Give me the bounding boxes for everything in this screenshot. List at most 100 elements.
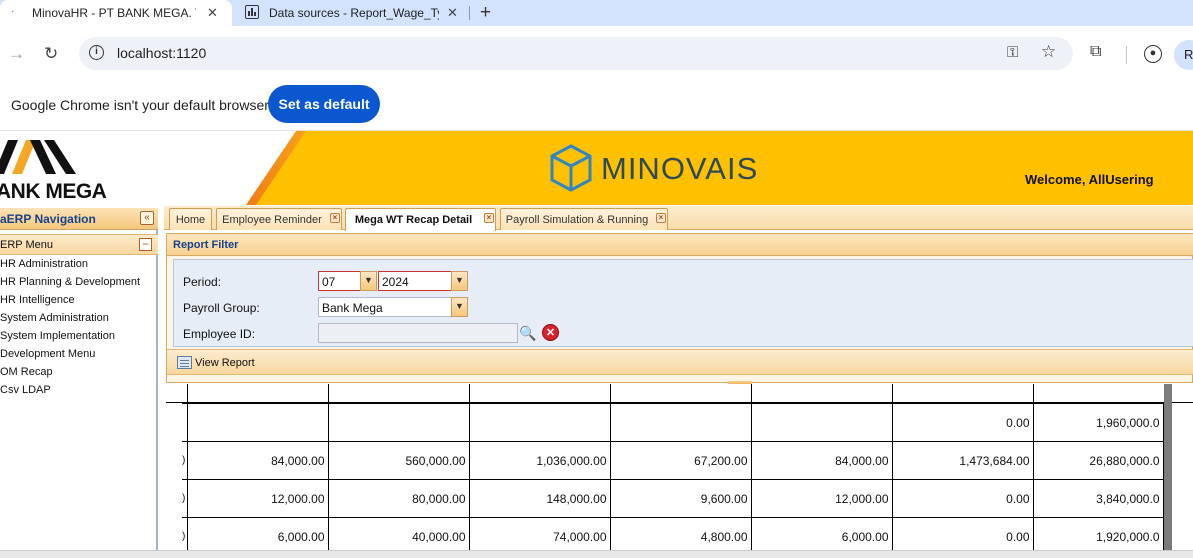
left-navigation-panel: aERP Navigation « ERP Menu − HR Administ… <box>0 208 158 558</box>
menu-item-om-recap[interactable]: OM Recap <box>0 366 53 378</box>
welcome-text: Welcome, AllUsering <box>1025 172 1154 187</box>
new-tab-icon[interactable]: + <box>480 2 491 24</box>
tab-label: Payroll Simulation & Running <box>505 214 649 226</box>
navigation-header: aERP Navigation « <box>0 208 158 230</box>
default-browser-infobar: Google Chrome isn't your default browser… <box>0 82 1193 131</box>
menu-item-hr-intelligence[interactable]: HR Intelligence <box>0 294 75 306</box>
payroll-group-dropdown-icon[interactable]: ▼ <box>451 297 468 317</box>
menu-item-system-administration[interactable]: System Administration <box>0 312 109 324</box>
report-filter-form: Period: 07 ▼ 2024 ▼ Payroll Group: Bank … <box>173 259 1193 347</box>
bank-logo-text: ANK MEGA <box>0 180 107 203</box>
table-cell <box>186 403 329 442</box>
table-row: ) 12,000.00 80,000.00 148,000.00 9,600.00 12,… <box>182 479 1164 518</box>
table-row: 0.00 1,960,000.0 <box>182 403 1164 442</box>
set-as-default-button[interactable]: Set as default <box>268 85 380 123</box>
tab-separator <box>469 6 470 20</box>
table-cell <box>609 403 752 442</box>
table-cell: 84,000.00 <box>186 441 329 480</box>
browser-tab-data-sources[interactable]: Data sources - Report_Wage_Ty ✕ <box>236 0 468 26</box>
tab-mega-wt-recap-detail[interactable]: Mega WT Recap Detail × <box>345 208 496 231</box>
close-tab-icon[interactable]: × <box>330 213 340 223</box>
toolbar-divider <box>1126 46 1127 64</box>
table-cell: 80,000.00 <box>327 479 470 518</box>
employee-id-field[interactable] <box>318 323 518 343</box>
tab-label: Mega WT Recap Detail <box>354 214 473 226</box>
browser-tab-minovahr[interactable]: · MinovaHR - PT BANK MEGA. Tb ✕ <box>0 0 232 26</box>
table-cell: 12,000.00 <box>750 479 893 518</box>
period-month-field[interactable]: 07 <box>318 271 361 291</box>
table-cell: 0.00 <box>891 479 1034 518</box>
table-row: ) 84,000.00 560,000.00 1,036,000.00 67,200.0… <box>182 441 1164 480</box>
clear-icon[interactable]: ✕ <box>542 324 559 341</box>
tab-label: Home <box>175 214 206 226</box>
table-cell <box>468 403 611 442</box>
forward-arrow-icon[interactable]: → <box>8 44 25 64</box>
collapse-navigation-icon[interactable]: « <box>140 211 154 225</box>
password-key-icon[interactable]: ⚿ <box>1007 44 1018 61</box>
table-cell: 3,840,000.0 <box>1032 479 1164 518</box>
address-bar[interactable]: i localhost:1120 ⚿ ☆ <box>79 37 1073 70</box>
table-cell: 148,000.00 <box>468 479 611 518</box>
table-cell: 560,000.00 <box>327 441 470 480</box>
erp-menu-title: ERP Menu <box>0 239 53 251</box>
report-header-edge <box>166 384 1193 403</box>
minovais-logo-text: MINOVAIS <box>601 151 759 186</box>
table-cell <box>327 403 470 442</box>
report-filter-header: Report Filter <box>167 234 1193 256</box>
reload-icon[interactable]: ↻ <box>44 44 58 64</box>
site-info-icon[interactable]: i <box>89 45 104 60</box>
period-month-dropdown-icon[interactable]: ▼ <box>360 271 377 291</box>
report-viewer: 0.00 1,960,000.0) 84,000.00 560,000.00 1,036… <box>166 384 1193 558</box>
view-report-label: View Report <box>195 356 255 369</box>
account-icon[interactable]: ● <box>1144 45 1162 63</box>
menu-item-hr-planning[interactable]: HR Planning & Development <box>0 276 140 288</box>
report-table: 0.00 1,960,000.0) 84,000.00 560,000.00 1,036… <box>182 403 1164 556</box>
bank-mega-logo-icon <box>0 140 76 174</box>
table-cell: 26,880,000.0 <box>1032 441 1164 480</box>
infobar-message: Google Chrome isn't your default browser <box>11 97 269 113</box>
close-tab-icon[interactable]: ✕ <box>447 5 458 21</box>
view-report-button[interactable]: View Report <box>177 356 255 369</box>
period-year-field[interactable]: 2024 <box>378 271 452 291</box>
menu-item-development-menu[interactable]: Development Menu <box>0 348 95 360</box>
profile-avatar[interactable]: R <box>1174 40 1193 70</box>
report-filter-toolbar: View Report <box>167 349 1193 375</box>
close-tab-icon[interactable]: × <box>656 213 666 223</box>
report-filter-title: Report Filter <box>173 239 239 251</box>
close-tab-icon[interactable]: ✕ <box>207 5 218 21</box>
chart-favicon-icon <box>245 5 259 19</box>
erp-menu-header[interactable]: ERP Menu − <box>0 234 158 255</box>
report-filter-panel: Report Filter Period: 07 ▼ 2024 ▼ Payrol… <box>166 233 1193 383</box>
minovais-cube-icon <box>550 144 592 192</box>
browser-toolbar: → ↻ i localhost:1120 ⚿ ☆ ⧉ ● R <box>0 26 1193 82</box>
browser-tab-strip: · MinovaHR - PT BANK MEGA. Tb ✕ Data sou… <box>0 0 1193 26</box>
navigation-title: aERP Navigation <box>0 212 96 226</box>
vertical-scrollbar[interactable] <box>1164 384 1172 550</box>
extensions-puzzle-icon[interactable]: ⧉ <box>1090 43 1101 61</box>
browser-tab-title: MinovaHR - PT BANK MEGA. Tb <box>32 6 196 20</box>
employee-id-label: Employee ID: <box>183 327 256 341</box>
tab-employee-reminder[interactable]: Employee Reminder × <box>216 208 342 230</box>
table-cell: 1,473,684.00 <box>891 441 1034 480</box>
menu-item-hr-administration[interactable]: HR Administration <box>0 258 88 270</box>
app-banner: ANK MEGA MINOVAIS Welcome, AllUsering <box>0 131 1193 205</box>
table-cell: 67,200.00 <box>609 441 752 480</box>
search-icon[interactable]: 🔍 <box>518 323 538 343</box>
content-tab-bar: Home Employee Reminder × Mega WT Recap D… <box>164 206 1193 231</box>
bookmark-star-icon[interactable]: ☆ <box>1041 42 1056 62</box>
table-cell: 1,960,000.0 <box>1032 403 1164 442</box>
table-cell: 9,600.00 <box>609 479 752 518</box>
tab-payroll-simulation[interactable]: Payroll Simulation & Running × <box>500 208 668 230</box>
menu-item-system-implementation[interactable]: System Implementation <box>0 330 115 342</box>
tab-home[interactable]: Home <box>169 208 212 230</box>
url-text[interactable]: localhost:1120 <box>117 45 206 61</box>
payroll-group-field[interactable]: Bank Mega <box>318 297 452 317</box>
table-cell <box>750 403 893 442</box>
period-year-dropdown-icon[interactable]: ▼ <box>451 271 468 291</box>
collapse-menu-icon[interactable]: − <box>139 238 152 251</box>
report-icon <box>177 356 192 369</box>
table-cell: 1,036,000.00 <box>468 441 611 480</box>
menu-item-csv-ldap[interactable]: Csv LDAP <box>0 384 51 396</box>
table-cell: 84,000.00 <box>750 441 893 480</box>
close-tab-icon[interactable]: × <box>484 213 494 223</box>
